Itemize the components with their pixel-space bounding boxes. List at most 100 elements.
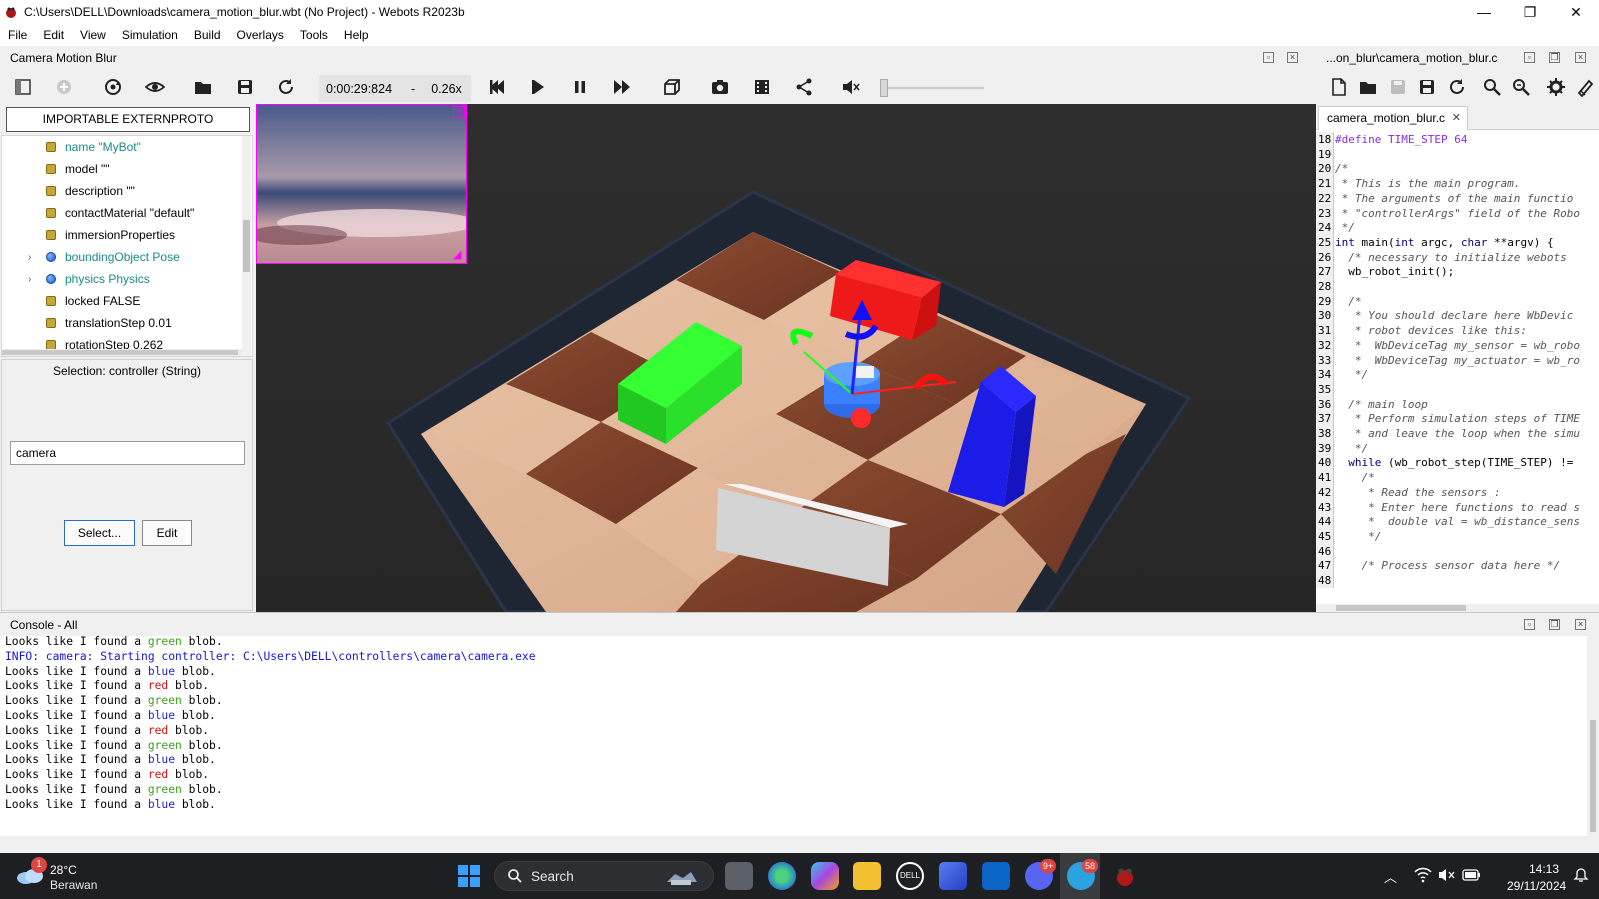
speaker-muted-icon[interactable] [1438, 867, 1456, 883]
scene-float-button[interactable]: ▫ [1263, 52, 1274, 63]
open-file-icon[interactable] [1357, 76, 1379, 98]
camera-overlay[interactable]: × ◢ [256, 104, 467, 264]
open-world-icon[interactable] [192, 76, 214, 98]
menu-overlays[interactable]: Overlays [229, 24, 292, 46]
save-file-icon[interactable] [1387, 76, 1409, 98]
windows-start-icon[interactable] [457, 864, 481, 888]
file-explorer-icon[interactable] [853, 862, 881, 890]
console-maximize-button[interactable]: ❐ [1549, 619, 1560, 630]
code-line: 22 * The arguments of the main functio [1316, 190, 1573, 206]
revert-file-icon[interactable] [1446, 76, 1468, 98]
weather-widget[interactable]: 1 28°C Berawan [16, 857, 136, 893]
code-text: wb_robot_init(); [1334, 265, 1454, 278]
console-close-button[interactable]: × [1575, 619, 1586, 630]
save-all-icon[interactable] [1416, 76, 1438, 98]
code-area[interactable]: 18 #define TIME_STEP 64 19 20/* 21 * This is… [1316, 132, 1599, 604]
reload-world-icon[interactable] [102, 76, 124, 98]
scrollbar-thumb[interactable] [1336, 605, 1466, 611]
replace-icon[interactable] [1510, 76, 1532, 98]
menu-tools[interactable]: Tools [292, 24, 336, 46]
line-number: 23 [1316, 205, 1334, 221]
console-output[interactable]: Looks like I found a green blob. INFO: ca… [0, 635, 1599, 836]
weather-condition: Berawan [50, 878, 98, 892]
wifi-icon[interactable] [1414, 867, 1432, 883]
step-back-icon[interactable] [486, 76, 508, 98]
console-float-button[interactable]: ▫ [1524, 619, 1535, 630]
code-line: 48 [1316, 573, 1335, 588]
tree-vertical-scrollbar[interactable] [242, 136, 251, 356]
select-button[interactable]: Select... [64, 520, 135, 546]
telegram-badge: 58 [1082, 859, 1098, 873]
eye-icon[interactable] [144, 76, 166, 98]
show-hidden-icons-icon[interactable]: ︿ [1384, 867, 1397, 886]
pause-icon[interactable] [569, 76, 591, 98]
tab-camera-motion-blur[interactable]: camera_motion_blur.c ✕ [1318, 106, 1468, 130]
reset-simulation-icon[interactable] [275, 76, 297, 98]
share-icon[interactable] [793, 76, 815, 98]
console-scrollbar[interactable] [1587, 636, 1599, 836]
find-icon[interactable] [1481, 76, 1503, 98]
clock-time[interactable]: 14:13 [1529, 862, 1559, 876]
editor-horizontal-scrollbar[interactable] [1316, 604, 1599, 612]
importable-externproto-button[interactable]: IMPORTABLE EXTERNPROTO [6, 107, 250, 132]
editor-float-button[interactable]: ▫ [1524, 52, 1535, 63]
movie-icon[interactable] [751, 76, 773, 98]
menu-simulation[interactable]: Simulation [114, 24, 186, 46]
minimize-button[interactable]: — [1461, 0, 1507, 24]
controller-value-field[interactable]: camera [10, 441, 245, 465]
notification-bell-icon[interactable] [1573, 867, 1589, 883]
clock-date[interactable]: 29/11/2024 [1507, 879, 1566, 893]
step-icon[interactable] [528, 76, 550, 98]
code-text: * robot devices like this: [1334, 324, 1527, 337]
code-line: 35 [1316, 381, 1335, 397]
outlook-icon[interactable] [982, 862, 1010, 890]
menu-build[interactable]: Build [186, 24, 229, 46]
scene-close-button[interactable]: × [1287, 52, 1298, 63]
scrollbar-thumb[interactable] [2, 350, 238, 355]
tree-row-label: contactMaterial "default" [65, 206, 195, 220]
taskbar-search[interactable]: Search [494, 861, 714, 891]
save-world-icon[interactable] [234, 76, 256, 98]
fast-forward-icon[interactable] [611, 76, 633, 98]
mute-icon[interactable] [840, 76, 862, 98]
menu-file[interactable]: File [0, 24, 35, 46]
3d-view[interactable]: × ◢ [256, 104, 1316, 612]
console-line: Looks like I found a red blob. [5, 723, 209, 738]
close-button[interactable]: ✕ [1553, 0, 1599, 24]
tree-horizontal-scrollbar[interactable] [2, 349, 242, 356]
screenshot-icon[interactable] [709, 76, 731, 98]
edit-button[interactable]: Edit [142, 520, 192, 546]
copilot-icon[interactable] [811, 862, 839, 890]
code-text: * You should declare here WbDevic [1334, 309, 1574, 322]
scrollbar-thumb[interactable] [243, 220, 250, 272]
menu-view[interactable]: View [72, 24, 114, 46]
chrome-icon[interactable] [768, 862, 796, 890]
editor-close-button[interactable]: × [1575, 52, 1586, 63]
dell-icon[interactable]: DELL [896, 862, 924, 890]
new-file-icon[interactable] [1328, 76, 1350, 98]
menu-help[interactable]: Help [336, 24, 377, 46]
search-label: Search [531, 869, 574, 884]
build-icon[interactable] [1545, 76, 1567, 98]
expand-chevron-icon[interactable]: › [28, 252, 31, 263]
task-view-icon[interactable] [725, 862, 753, 890]
code-token: */ [1335, 368, 1369, 382]
add-node-icon[interactable] [53, 76, 75, 98]
overlay-resize-icon[interactable]: ◢ [453, 250, 465, 262]
editor-maximize-button[interactable]: ❐ [1549, 52, 1560, 63]
toggle-scene-tree-icon[interactable] [12, 76, 34, 98]
volume-handle[interactable] [880, 79, 888, 97]
menu-edit[interactable]: Edit [35, 24, 72, 46]
scrollbar-thumb[interactable] [1590, 720, 1596, 832]
code-text: */ [1334, 368, 1368, 381]
battery-icon[interactable] [1462, 867, 1482, 883]
maximize-button[interactable]: ❐ [1507, 0, 1553, 24]
clean-icon[interactable] [1574, 76, 1596, 98]
expand-chevron-icon[interactable]: › [28, 274, 31, 285]
assistant-icon[interactable] [939, 862, 967, 890]
viewpoint-icon[interactable] [661, 76, 683, 98]
tab-close-icon[interactable]: ✕ [1452, 107, 1461, 129]
overlay-close-icon[interactable]: × [453, 106, 465, 118]
volume-slider[interactable] [880, 79, 984, 97]
webots-taskbar-icon[interactable] [1111, 862, 1139, 890]
